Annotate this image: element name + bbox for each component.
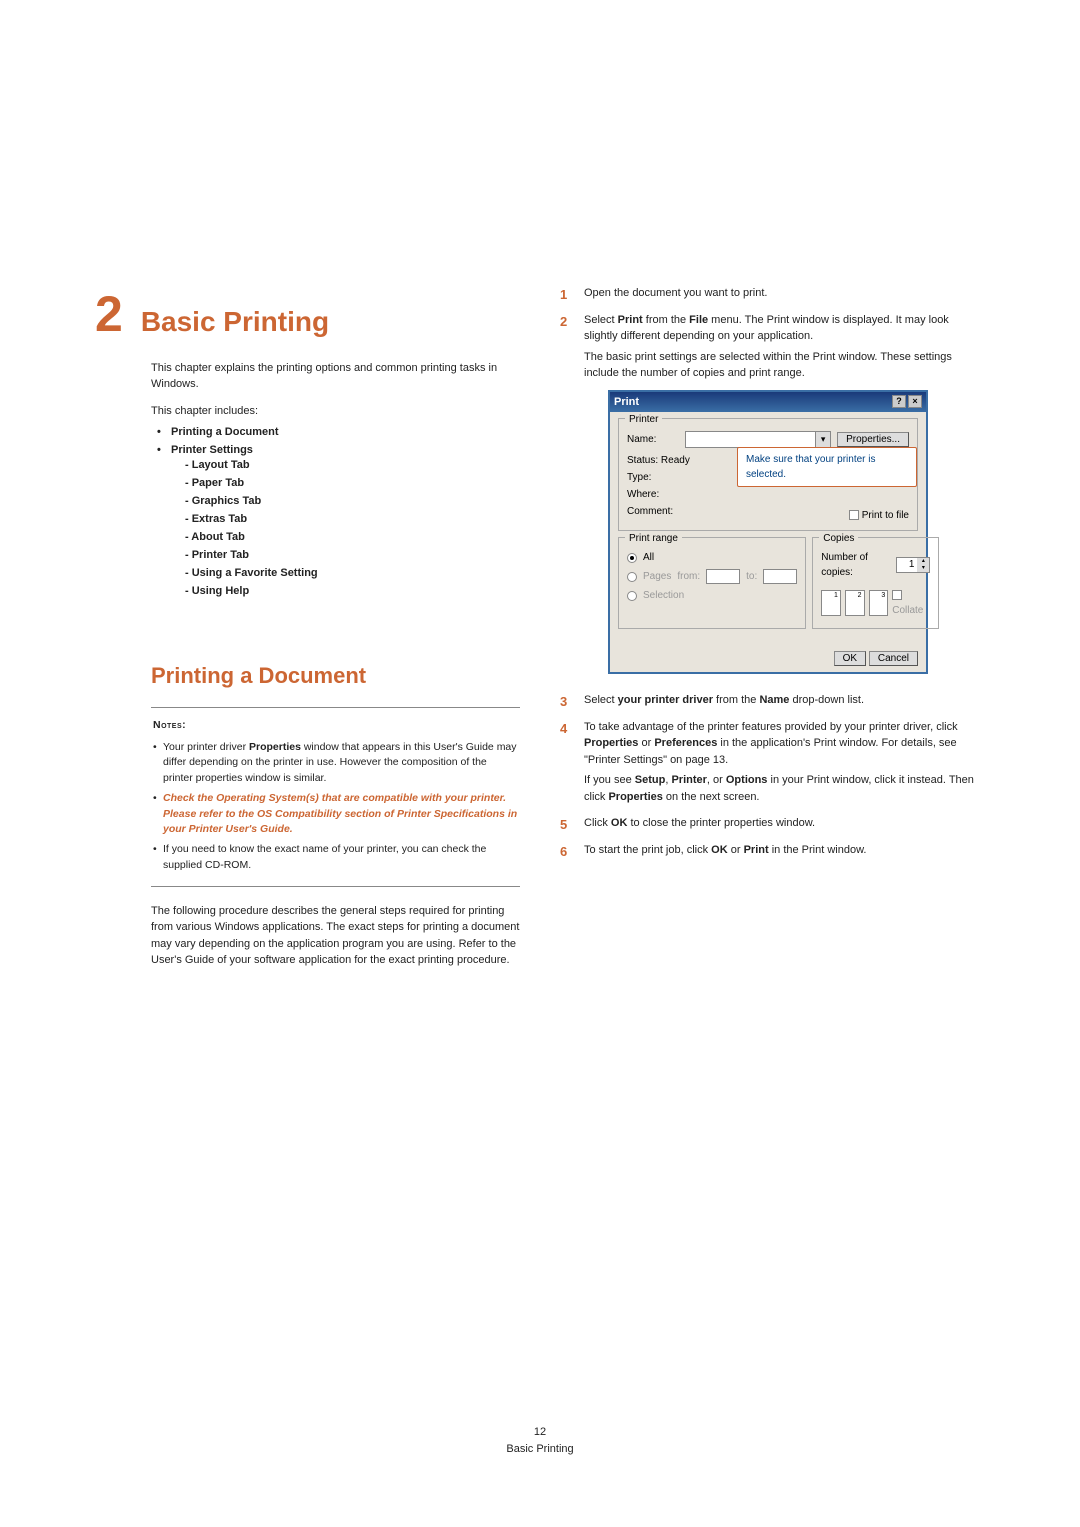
page-number: 12 bbox=[506, 1424, 573, 1441]
section-body: The following procedure describes the ge… bbox=[151, 903, 520, 969]
print-range-legend: Print range bbox=[625, 531, 682, 546]
chapter-toc: Printing a Document Printer Settings - L… bbox=[151, 423, 520, 603]
where-label: Where: bbox=[627, 489, 659, 500]
range-all-radio[interactable] bbox=[627, 553, 637, 563]
print-dialog: Print ? × Printer Name: bbox=[608, 390, 928, 675]
step-text: Click OK to close the printer properties… bbox=[584, 815, 985, 832]
ok-button[interactable]: OK bbox=[834, 651, 866, 666]
to-label: to: bbox=[746, 569, 757, 584]
notes-label: Notes bbox=[153, 719, 182, 731]
collate-icon: 1 bbox=[821, 590, 841, 616]
range-selection-label: Selection bbox=[643, 588, 684, 603]
step-number: 4 bbox=[560, 719, 574, 810]
toc-subitem[interactable]: - Using Help bbox=[185, 582, 520, 600]
step: 1 Open the document you want to print. bbox=[560, 285, 985, 306]
print-to-file-checkbox[interactable] bbox=[849, 510, 859, 520]
range-selection-radio[interactable] bbox=[627, 591, 637, 601]
step: 2 Select Print from the File menu. The P… bbox=[560, 312, 985, 687]
toc-subitem[interactable]: - Paper Tab bbox=[185, 474, 520, 492]
step-text: The basic print settings are selected wi… bbox=[584, 349, 985, 382]
step-number: 5 bbox=[560, 815, 574, 836]
dialog-title: Print bbox=[614, 394, 639, 411]
status-label: Status: bbox=[627, 455, 658, 466]
page-footer: 12 Basic Printing bbox=[506, 1424, 573, 1457]
type-label: Type: bbox=[627, 472, 651, 483]
step-text: To take advantage of the printer feature… bbox=[584, 719, 985, 769]
toc-subitem[interactable]: - About Tab bbox=[185, 528, 520, 546]
range-all-label: All bbox=[643, 550, 654, 565]
step-text: Select Print from the File menu. The Pri… bbox=[584, 312, 985, 345]
note-item: If you need to know the exact name of yo… bbox=[153, 840, 518, 876]
name-label: Name: bbox=[627, 432, 679, 447]
from-label: from: bbox=[677, 569, 700, 584]
copies-label: Number of copies: bbox=[821, 550, 890, 580]
collate-checkbox[interactable] bbox=[892, 590, 902, 600]
close-icon[interactable]: × bbox=[908, 395, 922, 408]
steps-list: 1 Open the document you want to print. 2… bbox=[560, 285, 985, 862]
step-number: 6 bbox=[560, 842, 574, 863]
range-to-input[interactable] bbox=[763, 569, 797, 584]
toc-subitem[interactable]: - Graphics Tab bbox=[185, 492, 520, 510]
toc-subitem[interactable]: - Printer Tab bbox=[185, 546, 520, 564]
step-text: Select your printer driver from the Name… bbox=[584, 692, 985, 709]
range-from-input[interactable] bbox=[706, 569, 740, 584]
step-number: 1 bbox=[560, 285, 574, 306]
comment-label: Comment: bbox=[627, 506, 673, 517]
step-text: To start the print job, click OK or Prin… bbox=[584, 842, 985, 859]
note-item: Check the Operating System(s) that are c… bbox=[153, 789, 518, 840]
collate-icon: 3 bbox=[869, 590, 889, 616]
toc-item[interactable]: Printer Settings - Layout Tab - Paper Ta… bbox=[151, 441, 520, 603]
callout-box: Make sure that your printer is selected. bbox=[737, 447, 917, 487]
chapter-includes-label: This chapter includes: bbox=[151, 405, 520, 417]
properties-button[interactable]: Properties... bbox=[837, 432, 909, 447]
section-heading: Printing a Document bbox=[151, 663, 520, 689]
toc-item[interactable]: Printing a Document bbox=[151, 423, 520, 441]
collate-icon: 2 bbox=[845, 590, 865, 616]
range-pages-label: Pages bbox=[643, 569, 671, 584]
chevron-down-icon[interactable]: ▾ bbox=[815, 432, 830, 447]
toc-subitem[interactable]: - Using a Favorite Setting bbox=[185, 564, 520, 582]
toc-item-label: Printer Settings bbox=[171, 444, 253, 456]
step-number: 2 bbox=[560, 312, 574, 687]
help-icon[interactable]: ? bbox=[892, 395, 906, 408]
printer-name-select[interactable]: ▾ bbox=[685, 431, 831, 448]
copies-legend: Copies bbox=[819, 531, 858, 546]
chapter-number: 2 bbox=[95, 285, 123, 343]
step: 5 Click OK to close the printer properti… bbox=[560, 815, 985, 836]
step: 3 Select your printer driver from the Na… bbox=[560, 692, 985, 713]
print-to-file-label: Print to file bbox=[862, 510, 909, 521]
step-text: Open the document you want to print. bbox=[584, 285, 985, 302]
printer-legend: Printer bbox=[625, 412, 662, 427]
dialog-titlebar: Print ? × bbox=[610, 392, 926, 413]
status-value: Ready bbox=[661, 455, 690, 466]
chapter-title: Basic Printing bbox=[141, 306, 329, 338]
toc-subitem[interactable]: - Layout Tab bbox=[185, 456, 520, 474]
step-number: 3 bbox=[560, 692, 574, 713]
step-text: If you see Setup, Printer, or Options in… bbox=[584, 772, 985, 805]
toc-subitem[interactable]: - Extras Tab bbox=[185, 510, 520, 528]
footer-title: Basic Printing bbox=[506, 1441, 573, 1458]
chapter-intro: This chapter explains the printing optio… bbox=[151, 361, 520, 393]
note-item: Your printer driver Properties window th… bbox=[153, 738, 518, 789]
cancel-button[interactable]: Cancel bbox=[869, 651, 918, 666]
copies-spinner[interactable]: 1▴▾ bbox=[896, 557, 930, 573]
range-pages-radio[interactable] bbox=[627, 572, 637, 582]
step: 4 To take advantage of the printer featu… bbox=[560, 719, 985, 810]
step: 6 To start the print job, click OK or Pr… bbox=[560, 842, 985, 863]
collate-label: Collate bbox=[892, 605, 923, 616]
notes-block: Notes: Your printer driver Properties wi… bbox=[151, 707, 520, 887]
